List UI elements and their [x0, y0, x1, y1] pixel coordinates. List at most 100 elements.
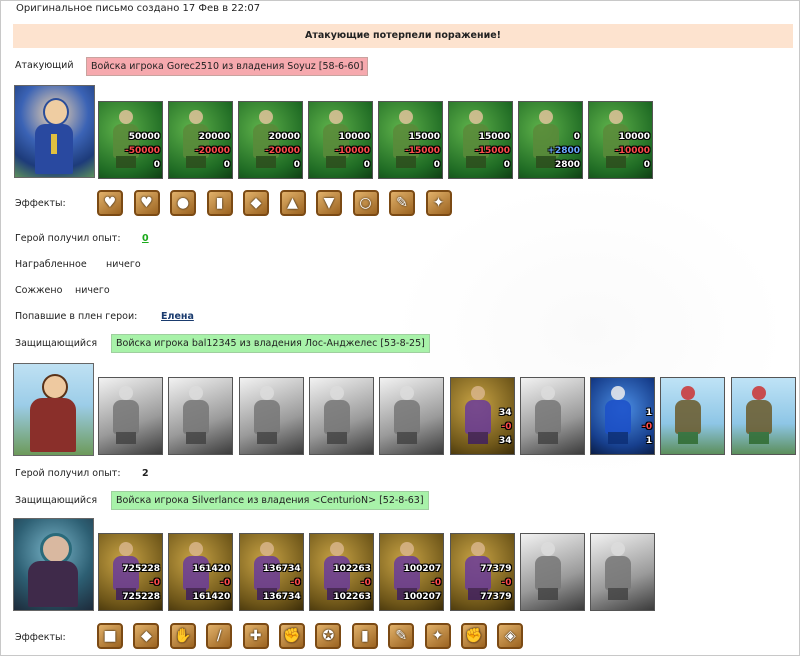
gray-unit-6-icon: [529, 384, 567, 444]
shield-icon[interactable]: ◆: [243, 190, 269, 216]
unit-gray-assassin[interactable]: [519, 533, 585, 611]
unit-count-1: 1: [645, 408, 653, 418]
unit-dark-elf-2[interactable]: 136734 -0 136734: [238, 533, 304, 611]
unit-count-3: 0: [153, 160, 160, 170]
heart-icon[interactable]: ♥: [97, 190, 123, 216]
unit-count-3: 102263: [333, 592, 371, 602]
boots-icon[interactable]: ▼: [316, 190, 342, 216]
unit-gray-unit-2[interactable]: [168, 377, 234, 455]
unit-count-1: 0: [573, 132, 580, 142]
claw-icon[interactable]: ✦: [425, 190, 452, 216]
unit-gray-unit-5[interactable]: [379, 377, 445, 455]
unit-count-2: -10000: [614, 146, 650, 156]
unit-count-3: 161420: [192, 592, 231, 602]
arm-icon[interactable]: ✊: [279, 623, 305, 649]
ring-icon[interactable]: ○: [352, 190, 379, 216]
result-banner: Атакующие потерпели поражение!: [13, 24, 793, 48]
unit-count-3: 100207: [403, 592, 442, 602]
scroll-icon[interactable]: ✎: [389, 190, 415, 216]
unit-elf-archer[interactable]: 15000 -15000 0: [448, 101, 513, 179]
unit-harpy[interactable]: 102263 -0 102263: [308, 533, 374, 611]
defender2-hero-portrait[interactable]: [13, 518, 94, 611]
attacker-label: Атакующий: [15, 60, 74, 71]
attacker-army[interactable]: Войска игрока Gorec2510 из владения Soyu…: [86, 57, 369, 76]
unit-count-1: 15000: [408, 132, 440, 142]
captured-hero-link[interactable]: Елена: [161, 311, 194, 322]
gray-unit-2-icon: [177, 384, 215, 444]
dice-icon[interactable]: ■: [97, 623, 123, 649]
wizard-icon: [599, 384, 637, 444]
armor-icon[interactable]: ▮: [351, 623, 378, 649]
gray-unit-4-icon: [318, 384, 356, 444]
hero-face: [42, 374, 68, 400]
fist-icon[interactable]: ✊: [461, 623, 487, 649]
armor-icon[interactable]: ▮: [206, 190, 233, 216]
tower-2-icon: [740, 384, 778, 444]
claw-icon[interactable]: ✦: [424, 623, 451, 649]
potion-icon[interactable]: ●: [170, 190, 196, 216]
hero-cloak: [28, 561, 78, 607]
unit-count-3: 77379: [480, 592, 512, 602]
unit-count-1: 10000: [618, 132, 650, 142]
helmet-icon[interactable]: ▲: [279, 190, 306, 216]
unit-gray-unit-1[interactable]: [98, 377, 163, 455]
unit-dark-archer[interactable]: 100207 -0 100207: [379, 533, 445, 611]
unit-count-3: 0: [433, 160, 440, 170]
tower-1-icon: [669, 384, 707, 444]
unit-green-mage[interactable]: 0 +2800 2800: [518, 101, 583, 179]
sword-icon[interactable]: /: [206, 623, 233, 649]
defender2-army[interactable]: Войска игрока Silverlance из владения <C…: [111, 491, 429, 510]
amulet-icon[interactable]: ✪: [315, 623, 342, 649]
unit-hooded-mage[interactable]: 34 -0 34: [449, 377, 515, 455]
gem-icon[interactable]: ◈: [497, 623, 524, 649]
unit-gray-unit-6[interactable]: [519, 377, 585, 455]
hand-icon[interactable]: ✋: [169, 623, 196, 649]
created-line: Оригинальное письмо создано 17 Фев в 22:…: [16, 3, 261, 14]
unit-paladin[interactable]: 20000 -20000 0: [238, 101, 303, 179]
attacker-xp-value[interactable]: 0: [142, 233, 149, 244]
unit-tower-1[interactable]: [660, 377, 726, 455]
unit-count-1: 725228: [122, 564, 160, 574]
defender1-hero-portrait[interactable]: [13, 363, 94, 456]
unit-count-2: +2800: [547, 146, 580, 156]
scroll-icon[interactable]: ✎: [388, 623, 415, 649]
defender1-army[interactable]: Войска игрока bal12345 из владения Лос-А…: [111, 334, 430, 353]
unit-count-2: -0: [642, 422, 653, 432]
looted-label: Награбленное: [15, 259, 87, 270]
attacker-xp-label: Герой получил опыт:: [15, 233, 121, 244]
unit-gray-unit-3[interactable]: [238, 377, 304, 455]
unit-count-3: 0: [643, 160, 650, 170]
unit-wizard[interactable]: 1 -0 1: [590, 377, 656, 455]
unit-dwarf-warrior[interactable]: 50000 -50000 0: [98, 101, 163, 179]
unit-griffin[interactable]: 10000 -10000 0: [308, 101, 373, 179]
shield-icon[interactable]: ◆: [133, 623, 160, 649]
unit-warlock[interactable]: 77379 -0 77379: [449, 533, 515, 611]
defender2-effects-label: Эффекты:: [15, 632, 66, 643]
unit-count-2: -0: [501, 578, 512, 588]
gray-unit-3-icon: [248, 384, 286, 444]
unit-tower-2[interactable]: [730, 377, 796, 455]
unit-knight-swordsman[interactable]: 20000 -20000 0: [168, 101, 233, 179]
unit-count-2: -0: [431, 578, 442, 588]
unit-count-1: 10000: [338, 132, 370, 142]
unit-count-2: -0: [501, 422, 512, 432]
gray-spider-icon: [599, 540, 637, 600]
unit-count-2: -50000: [124, 146, 160, 156]
unit-gray-spider[interactable]: [590, 533, 656, 611]
unit-count-2: -0: [290, 578, 301, 588]
handshake-icon[interactable]: ✚: [242, 623, 269, 649]
unit-count-1: 100207: [403, 564, 442, 574]
unit-count-3: 34: [498, 436, 512, 446]
unit-dark-elf-1[interactable]: 161420 -0 161420: [168, 533, 234, 611]
defender1-xp-value: 2: [142, 468, 149, 479]
unit-count-1: 77379: [480, 564, 512, 574]
hearts-icon[interactable]: ♥: [133, 190, 160, 216]
unit-count-2: -0: [360, 578, 371, 588]
unit-count-1: 102263: [333, 564, 371, 574]
unit-druid[interactable]: 10000 -10000 0: [588, 101, 653, 179]
unit-archer[interactable]: 15000 -15000 0: [378, 101, 443, 179]
unit-count-2: -20000: [264, 146, 300, 156]
attacker-hero-portrait[interactable]: [14, 85, 95, 178]
unit-gray-unit-4[interactable]: [308, 377, 374, 455]
unit-ogre[interactable]: 725228 -0 725228: [98, 533, 163, 611]
